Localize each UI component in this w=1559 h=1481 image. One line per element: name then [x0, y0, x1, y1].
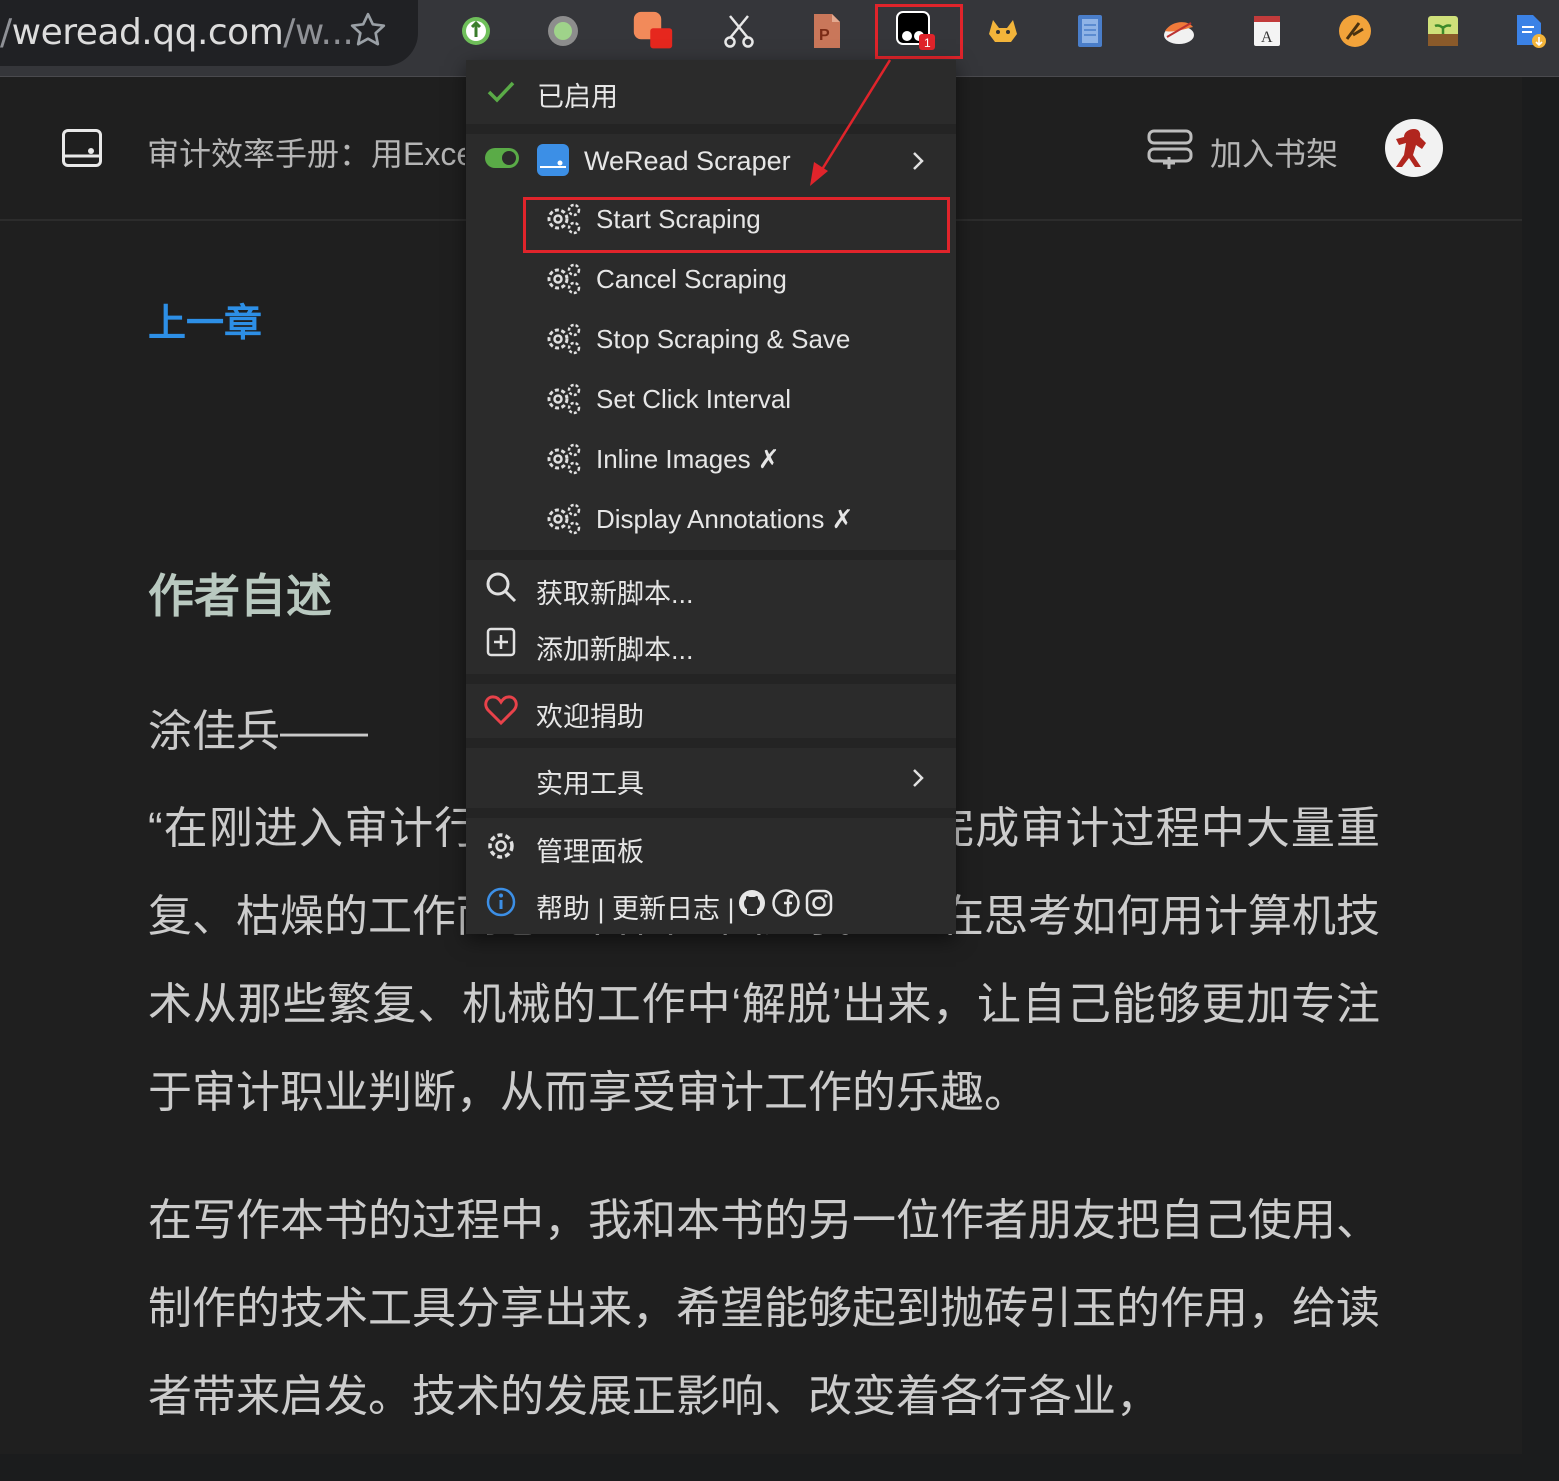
notebook-icon[interactable]: [1069, 10, 1111, 52]
add-square-icon: [486, 627, 516, 657]
help-row[interactable]: 帮助 | 更新日志 |: [466, 874, 956, 932]
gear-icon: [488, 833, 514, 859]
facebook-icon[interactable]: [771, 888, 801, 918]
instagram-icon[interactable]: [804, 888, 834, 918]
doc-download-icon[interactable]: [1510, 10, 1552, 52]
keepass-icon[interactable]: [455, 10, 497, 52]
gears-icon: [547, 383, 581, 415]
check-icon: [487, 81, 515, 103]
add-to-shelf-button[interactable]: 加入书架: [1210, 129, 1338, 175]
address-bar[interactable]: /weread.qq.com/w...: [0, 0, 418, 66]
bookmark-star-icon[interactable]: [348, 10, 388, 50]
svg-text:A: A: [1261, 29, 1273, 46]
tampermonkey-menu: 已启用 WeRead Scraper Start Scraping Cancel…: [466, 60, 956, 934]
gears-icon: [547, 323, 581, 355]
donate-item[interactable]: 欢迎捐助: [466, 684, 956, 738]
add-new-script[interactable]: 添加新脚本...: [466, 616, 956, 672]
powerpoint-icon[interactable]: P: [806, 10, 848, 52]
command-set-click-interval[interactable]: Set Click Interval: [466, 370, 956, 430]
script-logo-icon: [537, 144, 569, 176]
annotation-arrow-icon: [810, 59, 892, 186]
chevron-right-icon: [913, 769, 924, 787]
weread-logo-icon[interactable]: [62, 129, 102, 167]
circle-icon[interactable]: [542, 10, 584, 52]
chevron-right-icon: [913, 152, 924, 170]
url-text[interactable]: /weread.qq.com/w...: [0, 12, 354, 53]
scissors-icon[interactable]: [718, 10, 760, 52]
add-to-shelf-icon[interactable]: [1145, 127, 1195, 171]
search-icon: [486, 572, 517, 603]
enabled-label: 已启用: [537, 82, 618, 112]
dashboard-item[interactable]: 管理面板: [466, 818, 956, 874]
author-line: 涂佳兵——: [148, 707, 368, 756]
page-scrollbar[interactable]: [1522, 77, 1559, 1454]
sushi-icon[interactable]: [1158, 10, 1200, 52]
paragraph: 在写作本书的过程中，我和本书的另一位作者朋友把自己使用、制作的技术工具分享出来，…: [148, 1196, 1380, 1421]
prev-chapter-link[interactable]: 上一章: [148, 292, 262, 347]
script-name: WeRead Scraper: [584, 146, 791, 176]
gears-icon: [547, 443, 581, 475]
heart-icon: [484, 695, 518, 726]
github-icon[interactable]: [737, 888, 767, 918]
svg-text:P: P: [819, 27, 830, 44]
speed-icon[interactable]: [1334, 10, 1376, 52]
screenshot-icon[interactable]: [632, 10, 674, 52]
script-toggle-icon[interactable]: [484, 147, 520, 169]
chapter-heading: 作者自述: [148, 570, 332, 622]
user-avatar[interactable]: [1385, 119, 1443, 177]
cat-icon[interactable]: [982, 10, 1024, 52]
dictionary-icon[interactable]: A: [1246, 10, 1288, 52]
extension-highlight: [875, 4, 963, 59]
command-display-annotations[interactable]: Display Annotations ✗: [466, 490, 956, 550]
start-scraping-highlight: [523, 197, 950, 253]
info-icon: [486, 887, 516, 917]
command-inline-images[interactable]: Inline Images ✗: [466, 430, 956, 490]
plant-icon[interactable]: [1422, 10, 1464, 52]
command-cancel-scraping[interactable]: Cancel Scraping: [466, 250, 956, 310]
utilities-item[interactable]: 实用工具: [466, 748, 956, 808]
gears-icon: [547, 503, 581, 535]
book-title: 审计效率手册：用Excel: [147, 136, 465, 172]
command-stop-scraping-save[interactable]: Stop Scraping & Save: [466, 310, 956, 370]
get-new-scripts[interactable]: 获取新脚本...: [466, 560, 956, 616]
gears-icon: [547, 263, 581, 295]
